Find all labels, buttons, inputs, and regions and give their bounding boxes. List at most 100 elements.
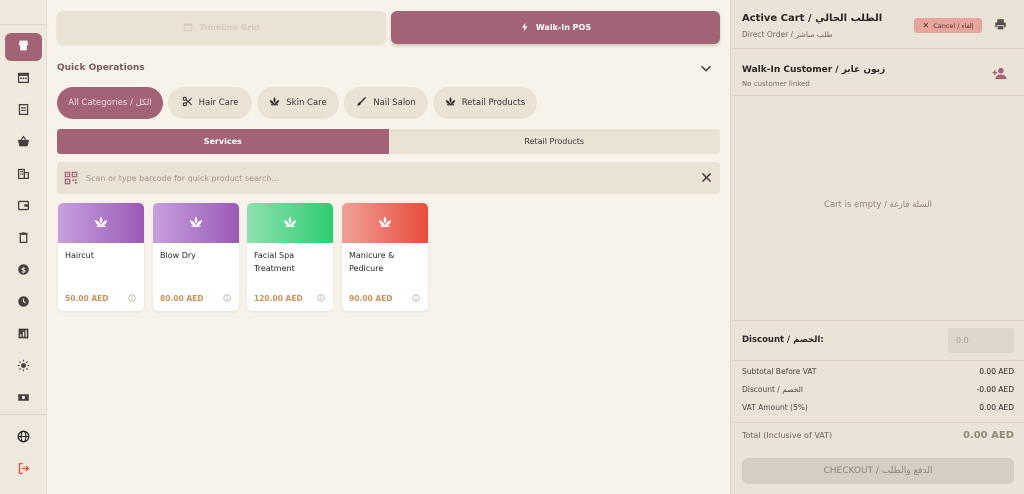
product-card-blow-dry[interactable]: Blow Dry 80.00 AED <box>153 203 239 311</box>
tab-services[interactable]: Services <box>57 129 389 154</box>
barcode-search-input[interactable] <box>86 170 676 186</box>
sidebar-item-finance[interactable]: $ <box>5 257 42 285</box>
product-price: 80.00 AED <box>160 294 204 303</box>
summary-row-subtotal: Subtotal Before VAT 0.00 AED <box>742 367 1014 376</box>
basket-icon <box>17 135 30 151</box>
summary-value: -0.00 AED <box>976 385 1014 394</box>
sidebar-top-divider <box>0 24 47 25</box>
divider <box>731 422 1024 423</box>
product-card-facial-spa[interactable]: Facial Spa Treatment 120.00 AED <box>247 203 333 311</box>
calendar-icon <box>183 22 193 34</box>
sidebar-item-building[interactable] <box>5 161 42 189</box>
sidebar-item-pos[interactable] <box>5 33 42 61</box>
customer-title: Walk-In Customer / زبون عابر <box>742 65 886 75</box>
customer-status: No customer linked <box>742 80 810 88</box>
product-thumbnail <box>247 203 333 243</box>
walk-in-pos-label: Walk-In POS <box>535 23 592 32</box>
sidebar-item-cash[interactable] <box>5 385 42 413</box>
sun-icon <box>17 359 30 375</box>
product-name: Blow Dry <box>160 251 196 260</box>
summary-value: 0.00 AED <box>979 403 1014 412</box>
store-icon <box>17 39 30 55</box>
product-tabs: Services Retail Products <box>57 129 720 154</box>
printer-icon[interactable] <box>994 18 1007 31</box>
walk-in-pos-button[interactable]: Walk-In POS <box>391 11 720 44</box>
lotus-icon <box>378 215 392 232</box>
language-button[interactable] <box>5 424 42 452</box>
chip-all-categories[interactable]: All Categories / الكل <box>57 87 163 119</box>
cart-title: Active Cart / الطلب الحالي <box>742 13 883 24</box>
chip-label: Hair Care <box>198 98 239 108</box>
quick-operations-title: Quick Operations <box>57 63 145 73</box>
lotus-icon <box>94 215 108 232</box>
svg-text:$: $ <box>21 265 26 274</box>
sidebar-item-book[interactable] <box>5 97 42 125</box>
discount-input[interactable] <box>948 328 1014 353</box>
checkout-button[interactable]: CHECKOUT / الدفع والطلب <box>742 458 1014 484</box>
total-label: Total (Inclusive of VAT) <box>742 431 833 440</box>
calendar-icon <box>17 71 30 87</box>
product-thumbnail <box>153 203 239 243</box>
product-thumbnail <box>58 203 144 243</box>
summary-row-discount: Discount / الخصم -0.00 AED <box>742 385 1014 394</box>
product-price: 90.00 AED <box>349 294 393 303</box>
divider <box>731 95 1024 96</box>
info-icon[interactable] <box>128 294 136 302</box>
product-card-manicure-pedicure[interactable]: Manicure & Pedicure 90.00 AED <box>342 203 428 311</box>
logout-button[interactable] <box>5 456 42 484</box>
sidebar-item-calendar[interactable] <box>5 65 42 93</box>
cancel-order-button[interactable]: ✕ Cancel / إلغاء <box>914 18 982 33</box>
sidebar-item-theme[interactable] <box>5 353 42 381</box>
divider <box>731 48 1024 49</box>
chip-label: All Categories / الكل <box>68 98 152 108</box>
cart-subtitle: Direct Order / طلب مباشر <box>742 30 833 39</box>
building-icon <box>17 167 30 183</box>
sidebar-item-wallet[interactable] <box>5 193 42 221</box>
chip-nail-salon[interactable]: Nail Salon <box>344 87 428 119</box>
timeline-grid-button[interactable]: Timeline Grid <box>57 11 386 44</box>
chip-label: Nail Salon <box>373 98 416 108</box>
tab-retail-products[interactable]: Retail Products <box>389 129 721 154</box>
divider <box>731 360 1024 361</box>
cash-icon <box>17 391 30 407</box>
chip-hair-care[interactable]: Hair Care <box>168 87 252 119</box>
sidebar-item-reports[interactable] <box>5 321 42 349</box>
divider <box>731 320 1024 321</box>
summary-label: Subtotal Before VAT <box>742 367 817 376</box>
sidebar-item-history[interactable] <box>5 289 42 317</box>
sidebar: $ <box>0 0 47 494</box>
summary-value: 0.00 AED <box>979 367 1014 376</box>
chip-skin-care[interactable]: Skin Care <box>257 87 339 119</box>
empty-cart-message: Cart is empty / السلة فارغة <box>823 200 933 210</box>
info-icon[interactable] <box>412 294 420 302</box>
clock-icon <box>17 295 30 311</box>
info-icon[interactable] <box>317 294 325 302</box>
close-icon[interactable] <box>700 171 713 184</box>
chip-label: Skin Care <box>286 98 327 108</box>
sidebar-item-basket[interactable] <box>5 129 42 157</box>
barcode-search-bar <box>57 162 720 194</box>
info-icon[interactable] <box>223 294 231 302</box>
trash-icon <box>17 231 30 247</box>
lotus-icon <box>269 96 280 110</box>
globe-icon <box>17 430 30 446</box>
summary-label: Discount / الخصم <box>742 385 803 394</box>
main-area: Timeline Grid Walk-In POS Quick Operatio… <box>47 0 730 494</box>
sidebar-item-trash[interactable] <box>5 225 42 253</box>
discount-label: Discount / الخصم: <box>742 335 824 345</box>
chip-retail-products[interactable]: Retail Products <box>433 87 537 119</box>
product-name: Haircut <box>65 251 94 260</box>
cart-panel: Active Cart / الطلب الحالي Direct Order … <box>730 0 1024 494</box>
product-name: Manicure & Pedicure <box>349 251 395 273</box>
qr-scan-icon[interactable] <box>64 171 78 185</box>
summary-row-vat: VAT Amount (5%) 0.00 AED <box>742 403 1014 412</box>
cancel-label: Cancel / إلغاء <box>933 21 974 30</box>
add-customer-icon[interactable] <box>992 66 1007 81</box>
product-card-haircut[interactable]: Haircut 50.00 AED <box>58 203 144 311</box>
logout-icon <box>17 462 30 478</box>
timeline-grid-label: Timeline Grid <box>199 23 260 32</box>
chevron-down-icon[interactable] <box>699 61 713 75</box>
product-price: 120.00 AED <box>254 294 303 303</box>
summary-label: VAT Amount (5%) <box>742 403 808 412</box>
total-value: 0.00 AED <box>962 430 1014 441</box>
